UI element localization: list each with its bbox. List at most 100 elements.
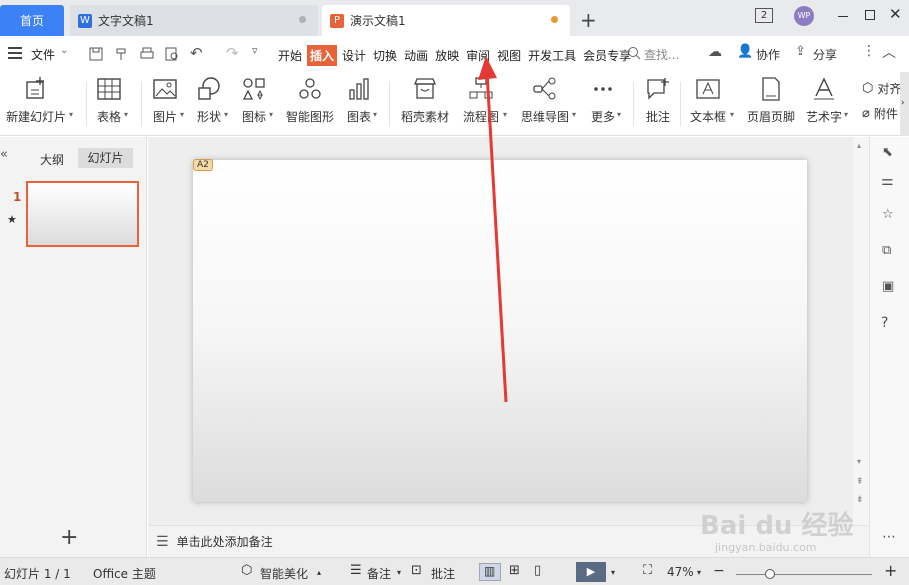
- avatar[interactable]: WP: [794, 6, 814, 26]
- tab-close-icon[interactable]: [299, 16, 306, 23]
- menu-tab-view[interactable]: 视图: [495, 47, 523, 66]
- zoom-slider[interactable]: [736, 569, 872, 579]
- normal-view-button[interactable]: ▥: [479, 563, 501, 581]
- textbox-button[interactable]: 文本框: [690, 76, 726, 125]
- unsaved-dot-icon[interactable]: [551, 16, 558, 23]
- menu-tab-animation[interactable]: 动画: [402, 47, 430, 66]
- caret-down-icon[interactable]: ▾: [697, 568, 701, 577]
- comment-toggle-button[interactable]: 批注: [431, 565, 455, 582]
- caret-down-icon[interactable]: ▾: [730, 110, 734, 119]
- caret-down-icon[interactable]: ▾: [617, 110, 621, 119]
- menu-tab-review[interactable]: 审阅: [464, 47, 492, 66]
- notes-placeholder[interactable]: 单击此处添加备注: [177, 533, 273, 550]
- caret-down-icon[interactable]: ▾: [611, 568, 615, 577]
- reading-view-icon[interactable]: ▯: [534, 563, 541, 578]
- add-slide-icon[interactable]: +: [60, 525, 78, 550]
- header-footer-button[interactable]: 页眉页脚: [747, 76, 795, 125]
- next-slide-icon[interactable]: ⇟: [856, 495, 864, 505]
- table-button[interactable]: 表格: [96, 76, 122, 125]
- hamburger-icon[interactable]: [8, 47, 22, 59]
- tab-writer-doc[interactable]: W 文字文稿1: [70, 5, 318, 36]
- chevron-down-icon[interactable]: ⌄: [60, 45, 68, 56]
- play-button[interactable]: ▶: [576, 562, 606, 582]
- select-icon[interactable]: ⬉: [882, 145, 893, 160]
- search-input[interactable]: 查找...: [644, 46, 679, 63]
- minimize-icon[interactable]: [838, 16, 848, 17]
- help-icon[interactable]: ?: [881, 315, 888, 331]
- tab-slides[interactable]: 幻灯片: [78, 148, 133, 168]
- zoom-slider-knob[interactable]: [764, 569, 775, 579]
- attachment-button[interactable]: ⌀ 附件: [862, 105, 898, 122]
- caret-up-icon[interactable]: ▴: [317, 568, 321, 577]
- caret-down-icon[interactable]: ▾: [397, 568, 401, 577]
- transition-icon[interactable]: ⧉: [882, 243, 891, 258]
- picture-button[interactable]: 图片: [152, 76, 178, 125]
- caret-down-icon[interactable]: ▾: [844, 110, 848, 119]
- caret-down-icon[interactable]: ▾: [572, 110, 576, 119]
- ribbon-scroll-right[interactable]: ›: [900, 72, 909, 136]
- menu-file[interactable]: 文件: [29, 46, 57, 63]
- caret-down-icon[interactable]: ▾: [69, 110, 73, 119]
- cloud-sync-icon[interactable]: ☁: [708, 44, 722, 60]
- more-options-icon[interactable]: ⋯: [882, 529, 896, 545]
- notes-toggle-button[interactable]: 备注: [367, 565, 391, 582]
- beautify-button[interactable]: 智能美化: [260, 565, 308, 582]
- window-count-badge[interactable]: 2: [755, 8, 773, 23]
- menu-tab-insert[interactable]: 插入: [307, 45, 338, 66]
- caret-down-icon[interactable]: ▾: [269, 110, 273, 119]
- maximize-icon[interactable]: [865, 10, 875, 20]
- share-button[interactable]: 分享: [813, 46, 837, 63]
- zoom-in-icon[interactable]: +: [884, 561, 897, 580]
- slide-thumbnail[interactable]: [26, 181, 139, 247]
- prev-slide-icon[interactable]: ⇞: [856, 477, 864, 487]
- format-painter-icon[interactable]: [114, 46, 130, 62]
- notes-pane[interactable]: ☰ 单击此处添加备注: [148, 525, 869, 557]
- more-options-icon[interactable]: ⋮: [862, 43, 876, 59]
- icon-button[interactable]: 图标: [241, 76, 267, 125]
- caret-down-icon[interactable]: ▾: [373, 110, 377, 119]
- more-button[interactable]: 更多: [590, 76, 616, 125]
- new-tab-icon[interactable]: +: [580, 8, 597, 32]
- menu-tab-design[interactable]: 设计: [340, 47, 368, 66]
- sorter-view-icon[interactable]: ⊞: [509, 563, 520, 578]
- zoom-out-icon[interactable]: −: [713, 563, 725, 579]
- new-slide-button[interactable]: 新建幻灯片: [6, 76, 66, 125]
- caret-down-icon[interactable]: ▾: [224, 110, 228, 119]
- flowchart-button[interactable]: 流程图: [463, 76, 499, 125]
- properties-icon[interactable]: ⚌: [881, 173, 894, 189]
- word-art-button[interactable]: 艺术字: [806, 76, 842, 125]
- collapse-ribbon-icon[interactable]: ︿: [882, 42, 896, 62]
- menu-tab-transition[interactable]: 切换: [371, 47, 399, 66]
- backup-icon[interactable]: ▣: [882, 279, 894, 294]
- save-icon[interactable]: [88, 46, 104, 62]
- tab-presentation[interactable]: P 演示文稿1: [322, 5, 570, 36]
- chart-button[interactable]: 图表: [346, 76, 372, 125]
- scroll-down-icon[interactable]: ▾: [857, 457, 861, 466]
- smart-art-button[interactable]: 智能图形: [286, 76, 334, 125]
- undo-icon[interactable]: ↶: [190, 44, 203, 62]
- menu-tab-start[interactable]: 开始: [276, 47, 304, 66]
- tab-home[interactable]: 首页: [0, 5, 64, 36]
- slide[interactable]: A2: [193, 159, 807, 502]
- animation-icon[interactable]: ☆: [882, 207, 894, 222]
- collaborate-button[interactable]: 协作: [756, 46, 780, 63]
- mind-map-button[interactable]: 思维导图: [521, 76, 569, 125]
- caret-down-icon[interactable]: ▾: [503, 110, 507, 119]
- fit-window-icon[interactable]: ⛶: [643, 563, 652, 578]
- vertical-scrollbar[interactable]: ▴ ▾ ⇞ ⇟: [853, 137, 869, 525]
- menu-tab-developer[interactable]: 开发工具: [526, 47, 578, 66]
- scroll-up-icon[interactable]: ▴: [857, 141, 861, 150]
- collapse-panel-icon[interactable]: «: [0, 147, 8, 162]
- align-button[interactable]: ⬡ 对齐: [862, 80, 901, 97]
- menu-tab-member[interactable]: 会员专享: [581, 47, 633, 66]
- material-button[interactable]: 稻壳素材: [401, 76, 449, 125]
- close-icon[interactable]: ✕: [889, 5, 902, 23]
- shape-button[interactable]: 形状: [196, 76, 222, 125]
- menu-tab-slideshow[interactable]: 放映: [433, 47, 461, 66]
- print-icon[interactable]: [139, 46, 155, 62]
- print-preview-icon[interactable]: [164, 46, 180, 62]
- caret-down-icon[interactable]: ▾: [124, 110, 128, 119]
- comment-button[interactable]: 批注: [645, 76, 671, 125]
- redo-icon[interactable]: ↷: [226, 44, 239, 62]
- zoom-level[interactable]: 47%: [667, 565, 694, 579]
